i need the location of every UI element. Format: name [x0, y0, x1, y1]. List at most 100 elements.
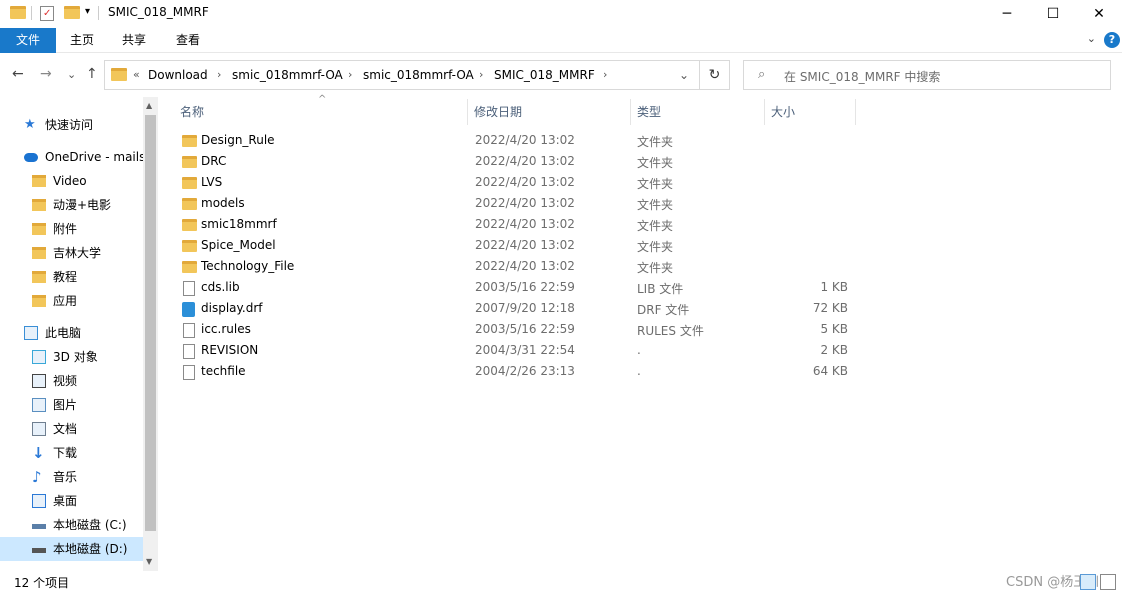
breadcrumb-separator[interactable]: › [348, 68, 352, 81]
search-input[interactable]: ⌕ 在 SMIC_018_MMRF 中搜索 [743, 60, 1111, 90]
sidebar-item-12[interactable]: 文档 [0, 417, 143, 441]
breadcrumb-download[interactable]: Download [148, 68, 208, 82]
details-view-icon[interactable] [1080, 574, 1096, 590]
sidebar-item-2[interactable]: Video [0, 169, 143, 193]
folder-icon [32, 247, 46, 259]
file-type: 文件夹 [637, 219, 674, 233]
title-bar: ✓ ▾ SMIC_018_MMRF ─ ☐ ✕ [0, 0, 1122, 28]
file-name: Spice_Model [201, 238, 276, 252]
sidebar-item-3[interactable]: 动漫+电影 [0, 193, 143, 217]
minimize-button[interactable]: ─ [984, 0, 1030, 28]
file-size: 5 KB [820, 322, 848, 336]
file-date: 2022/4/20 13:02 [475, 196, 575, 210]
computer-icon [24, 326, 38, 340]
scroll-down-icon[interactable]: ▼ [146, 557, 152, 566]
column-header-size[interactable]: 大小 [765, 99, 856, 125]
file-row[interactable]: smic18mmrf 2022/4/20 13:02 文件夹 [178, 215, 1008, 236]
properties-icon[interactable]: ✓ [40, 6, 54, 21]
sidebar-item-label: 音乐 [53, 470, 78, 484]
sidebar-item-10[interactable]: 视频 [0, 369, 143, 393]
forward-button[interactable]: → [40, 66, 52, 82]
sidebar-item-label: 文档 [53, 422, 78, 436]
close-button[interactable]: ✕ [1076, 0, 1122, 28]
overflow-chevron[interactable]: « [133, 68, 140, 81]
file-name: smic18mmrf [201, 217, 277, 231]
folder-icon [32, 199, 46, 211]
sidebar-item-15[interactable]: 桌面 [0, 489, 143, 513]
sidebar-item-7[interactable]: 应用 [0, 289, 143, 313]
sidebar-item-11[interactable]: 图片 [0, 393, 143, 417]
address-bar[interactable]: « Download › smic_018mmrf-OA › smic_018m… [104, 60, 700, 90]
file-row[interactable]: cds.lib 2003/5/16 22:59 LIB 文件 1 KB [178, 278, 1008, 299]
scroll-up-icon[interactable]: ▲ [146, 101, 152, 110]
file-row[interactable]: models 2022/4/20 13:02 文件夹 [178, 194, 1008, 215]
file-type: DRF 文件 [637, 303, 690, 317]
sidebar-item-14[interactable]: ♪ 音乐 [0, 465, 143, 489]
breadcrumb-smic-oa-2[interactable]: smic_018mmrf-OA [363, 68, 474, 82]
file-date: 2022/4/20 13:02 [475, 259, 575, 273]
file-row[interactable]: icc.rules 2003/5/16 22:59 RULES 文件 5 KB [178, 320, 1008, 341]
sidebar-item-4[interactable]: 附件 [0, 217, 143, 241]
expand-ribbon-icon[interactable]: ⌄ [1087, 32, 1096, 45]
folder-icon [32, 271, 46, 283]
navigation-bar: ← → ⌄ ↑ « Download › smic_018mmrf-OA › s… [0, 53, 1122, 97]
file-row[interactable]: display.drf 2007/9/20 12:18 DRF 文件 72 KB [178, 299, 1008, 320]
help-icon[interactable]: ? [1104, 32, 1120, 48]
breadcrumb-separator[interactable]: › [217, 68, 221, 81]
cube-icon [32, 350, 46, 364]
file-row[interactable]: Technology_File 2022/4/20 13:02 文件夹 [178, 257, 1008, 278]
file-row[interactable]: techfile 2004/2/26 23:13. 64 KB [178, 362, 1008, 383]
sidebar-item-16[interactable]: 本地磁盘 (C:) [0, 513, 143, 537]
sidebar-item-1[interactable]: OneDrive - mails [0, 145, 143, 169]
sidebar-item-9[interactable]: 3D 对象 [0, 345, 143, 369]
sidebar-item-8[interactable]: 此电脑 [0, 321, 143, 345]
file-row[interactable]: Spice_Model 2022/4/20 13:02 文件夹 [178, 236, 1008, 257]
file-row[interactable]: LVS 2022/4/20 13:02 文件夹 [178, 173, 1008, 194]
folder-icon [111, 68, 127, 81]
address-dropdown-icon[interactable]: ⌄ [679, 68, 689, 82]
up-button[interactable]: ↑ [86, 66, 98, 82]
new-folder-icon[interactable] [64, 6, 80, 19]
recent-locations-button[interactable]: ⌄ [67, 68, 76, 81]
sidebar-item-17[interactable]: 本地磁盘 (D:) [0, 537, 143, 561]
tab-share[interactable]: 共享 [110, 28, 158, 53]
maximize-button[interactable]: ☐ [1030, 0, 1076, 28]
breadcrumb-smic-018-mmrf[interactable]: SMIC_018_MMRF [494, 68, 595, 82]
sidebar-item-13[interactable]: ↓ 下载 [0, 441, 143, 465]
tab-file[interactable]: 文件 [0, 28, 56, 53]
item-count: 12 个项目 [14, 576, 70, 590]
large-icons-view-icon[interactable] [1100, 574, 1116, 590]
file-row[interactable]: REVISION 2004/3/31 22:54. 2 KB [178, 341, 1008, 362]
file-type: RULES 文件 [637, 324, 704, 338]
sidebar-item-5[interactable]: 吉林大学 [0, 241, 143, 265]
picture-icon [32, 398, 46, 412]
column-header-date[interactable]: 修改日期 [468, 99, 631, 125]
file-row[interactable]: Design_Rule 2022/4/20 13:02 文件夹 [178, 131, 1008, 152]
tab-home[interactable]: 主页 [58, 28, 106, 53]
scrollbar-thumb[interactable] [145, 115, 156, 531]
sidebar-item-label: 附件 [53, 222, 78, 236]
breadcrumb-smic-oa-1[interactable]: smic_018mmrf-OA [232, 68, 343, 82]
breadcrumb-separator[interactable]: › [603, 68, 607, 81]
customize-toolbar-icon[interactable]: ▾ [85, 6, 90, 17]
refresh-button[interactable]: ↻ [700, 60, 730, 90]
sidebar-item-0[interactable]: ★ 快速访问 [0, 113, 143, 137]
sidebar-item-label: 3D 对象 [53, 350, 98, 364]
sidebar-item-6[interactable]: 教程 [0, 265, 143, 289]
column-header-name[interactable]: 名称 [174, 99, 468, 125]
sidebar-item-label: OneDrive - mails [45, 150, 143, 164]
tab-view[interactable]: 查看 [164, 28, 212, 53]
file-date: 2022/4/20 13:02 [475, 175, 575, 189]
breadcrumb-separator[interactable]: › [479, 68, 483, 81]
windows-drive-icon [32, 524, 46, 529]
file-type: 文件夹 [637, 198, 674, 212]
file-type: . [637, 364, 641, 378]
file-name: LVS [201, 175, 223, 189]
divider [98, 6, 99, 20]
file-row[interactable]: DRC 2022/4/20 13:02 文件夹 [178, 152, 1008, 173]
sidebar-scrollbar[interactable]: ▲ ▼ [143, 97, 158, 571]
file-type: . [637, 343, 641, 357]
column-header-type[interactable]: 类型 [631, 99, 765, 125]
back-button[interactable]: ← [12, 66, 24, 82]
ribbon-tabs: 文件 主页 共享 查看 ⌄ ? [0, 28, 1122, 53]
